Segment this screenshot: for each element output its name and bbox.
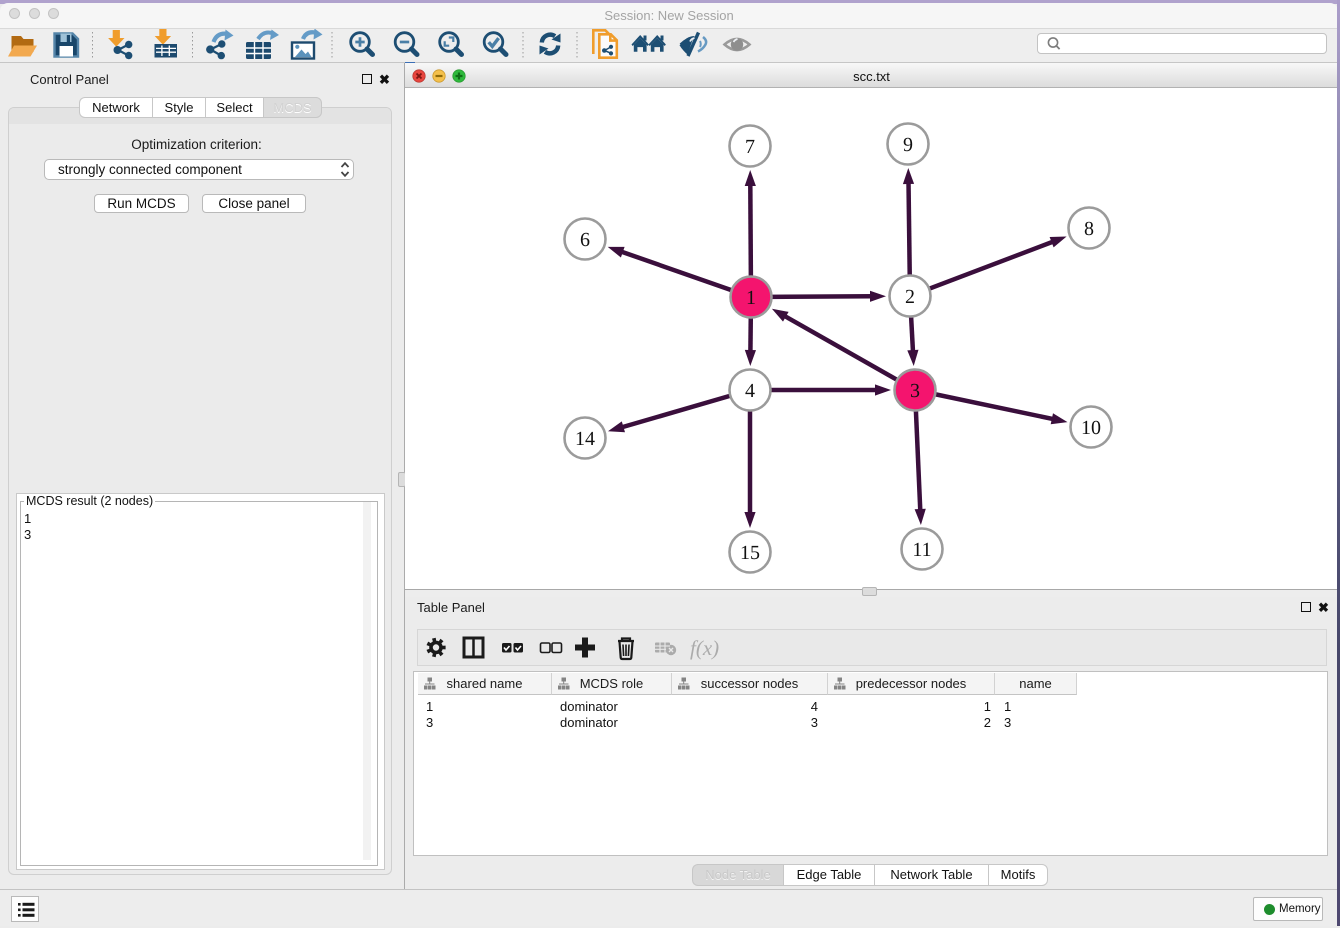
svg-text:8: 8 [1084, 218, 1094, 240]
svg-text:1: 1 [746, 287, 756, 309]
svg-text:10: 10 [1081, 417, 1101, 439]
svg-text:f(x): f(x) [690, 636, 719, 660]
svg-text:14: 14 [575, 428, 595, 450]
svg-text:7: 7 [745, 136, 755, 158]
svg-text:2: 2 [905, 286, 915, 308]
svg-text:6: 6 [580, 229, 590, 251]
svg-text:15: 15 [740, 542, 760, 564]
svg-text:4: 4 [745, 380, 755, 402]
svg-text:9: 9 [903, 134, 913, 156]
svg-text:11: 11 [912, 539, 931, 561]
svg-text:3: 3 [910, 380, 920, 402]
